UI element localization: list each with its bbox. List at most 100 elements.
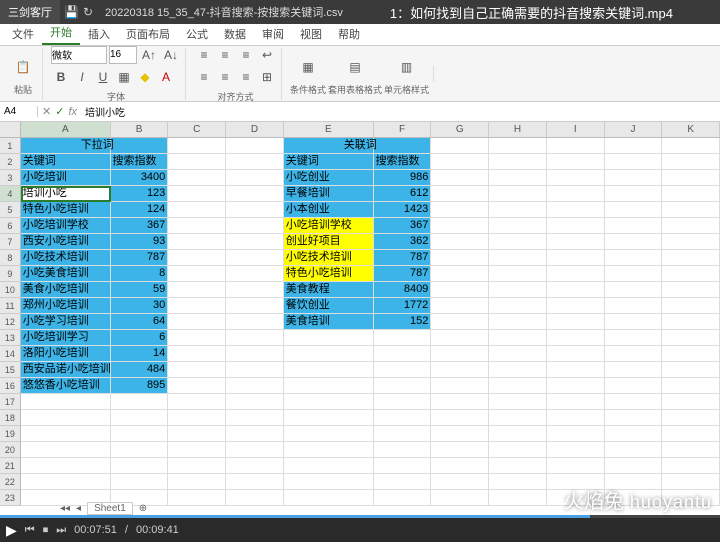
- cell[interactable]: [168, 378, 226, 394]
- refresh-icon[interactable]: ↻: [83, 5, 93, 19]
- cell[interactable]: [489, 474, 547, 490]
- row-header[interactable]: 17: [0, 394, 21, 410]
- cell[interactable]: [489, 154, 547, 170]
- border-icon[interactable]: ▦: [114, 67, 134, 87]
- cell[interactable]: [605, 442, 663, 458]
- cell[interactable]: [21, 442, 111, 458]
- col-header[interactable]: A: [21, 122, 111, 137]
- cell[interactable]: 郑州小吃培训: [21, 298, 111, 314]
- cell[interactable]: 362: [374, 234, 432, 250]
- cell[interactable]: [605, 426, 663, 442]
- cell[interactable]: [489, 330, 547, 346]
- row-header[interactable]: 12: [0, 314, 21, 330]
- cancel-icon[interactable]: ✕: [42, 105, 51, 118]
- prev-icon[interactable]: ⏮: [25, 524, 35, 537]
- cell[interactable]: [284, 426, 374, 442]
- col-header[interactable]: E: [284, 122, 374, 137]
- cell[interactable]: [226, 458, 284, 474]
- font-name-input[interactable]: [51, 46, 107, 64]
- font-color-icon[interactable]: A: [156, 67, 176, 87]
- cell[interactable]: [168, 458, 226, 474]
- cell[interactable]: [662, 234, 720, 250]
- cell[interactable]: [489, 234, 547, 250]
- cell[interactable]: [605, 394, 663, 410]
- tab-home[interactable]: 开始: [42, 21, 80, 45]
- cell[interactable]: [431, 170, 489, 186]
- select-all-corner[interactable]: [0, 122, 21, 137]
- cell[interactable]: 小吃学习培训: [21, 314, 111, 330]
- cell[interactable]: [226, 202, 284, 218]
- cell[interactable]: [431, 138, 489, 154]
- cell[interactable]: [605, 138, 663, 154]
- cell[interactable]: [547, 362, 605, 378]
- font-size-input[interactable]: [109, 46, 137, 64]
- cell[interactable]: [374, 490, 432, 506]
- cell[interactable]: [168, 298, 226, 314]
- cell[interactable]: 小吃培训: [21, 170, 111, 186]
- cell[interactable]: [605, 458, 663, 474]
- cell[interactable]: [547, 330, 605, 346]
- row-header[interactable]: 13: [0, 330, 21, 346]
- cell[interactable]: [605, 186, 663, 202]
- cell[interactable]: [547, 458, 605, 474]
- cell[interactable]: [284, 410, 374, 426]
- cell[interactable]: [547, 266, 605, 282]
- cell[interactable]: [489, 458, 547, 474]
- cell[interactable]: [489, 170, 547, 186]
- cell[interactable]: [284, 474, 374, 490]
- cell[interactable]: 关键词: [284, 154, 374, 170]
- align-left-icon[interactable]: ≡: [194, 67, 214, 87]
- col-header[interactable]: K: [662, 122, 720, 137]
- cell[interactable]: 搜索指数: [374, 154, 432, 170]
- cell[interactable]: 搜索指数: [111, 154, 169, 170]
- file-tab-name[interactable]: 20220318 15_35_47-抖音搜索-按搜索关键词.csv: [105, 4, 343, 20]
- cell[interactable]: [168, 314, 226, 330]
- row-header[interactable]: 3: [0, 170, 21, 186]
- cell[interactable]: [662, 330, 720, 346]
- cell[interactable]: [489, 442, 547, 458]
- cell[interactable]: [547, 410, 605, 426]
- cell[interactable]: [605, 346, 663, 362]
- fill-color-icon[interactable]: ◆: [135, 67, 155, 87]
- row-header[interactable]: 9: [0, 266, 21, 282]
- cell[interactable]: [284, 330, 374, 346]
- align-bot-icon[interactable]: ≡: [236, 46, 256, 65]
- cell[interactable]: [431, 474, 489, 490]
- cell[interactable]: [662, 314, 720, 330]
- cell[interactable]: [662, 170, 720, 186]
- cell[interactable]: [547, 378, 605, 394]
- cell[interactable]: [374, 442, 432, 458]
- col-header[interactable]: D: [226, 122, 284, 137]
- tab-data[interactable]: 数据: [216, 23, 254, 45]
- cell[interactable]: [662, 346, 720, 362]
- col-header[interactable]: F: [374, 122, 432, 137]
- cond-format-icon[interactable]: ▦: [293, 52, 323, 82]
- cell[interactable]: [226, 410, 284, 426]
- wrap-icon[interactable]: ↩: [257, 46, 277, 65]
- cell[interactable]: [547, 314, 605, 330]
- cell[interactable]: [605, 266, 663, 282]
- cell[interactable]: 小吃技术培训: [284, 250, 374, 266]
- cell[interactable]: 367: [374, 218, 432, 234]
- cell[interactable]: [168, 282, 226, 298]
- cell[interactable]: [226, 474, 284, 490]
- cell[interactable]: 关联词: [284, 138, 374, 154]
- merge-icon[interactable]: ⊞: [257, 67, 277, 87]
- bold-icon[interactable]: B: [51, 67, 71, 87]
- cell[interactable]: 创业好项目: [284, 234, 374, 250]
- cell[interactable]: 124: [111, 202, 169, 218]
- cell[interactable]: 6: [111, 330, 169, 346]
- cell[interactable]: [431, 378, 489, 394]
- cell[interactable]: [168, 474, 226, 490]
- cell[interactable]: [431, 314, 489, 330]
- cell[interactable]: 787: [374, 266, 432, 282]
- cell[interactable]: [168, 138, 226, 154]
- col-header[interactable]: H: [489, 122, 547, 137]
- tab-file[interactable]: 文件: [4, 23, 42, 45]
- cell[interactable]: [21, 426, 111, 442]
- row-header[interactable]: 7: [0, 234, 21, 250]
- cell[interactable]: [431, 346, 489, 362]
- cell[interactable]: [226, 314, 284, 330]
- cell[interactable]: 下拉词: [21, 138, 111, 154]
- cell[interactable]: [605, 378, 663, 394]
